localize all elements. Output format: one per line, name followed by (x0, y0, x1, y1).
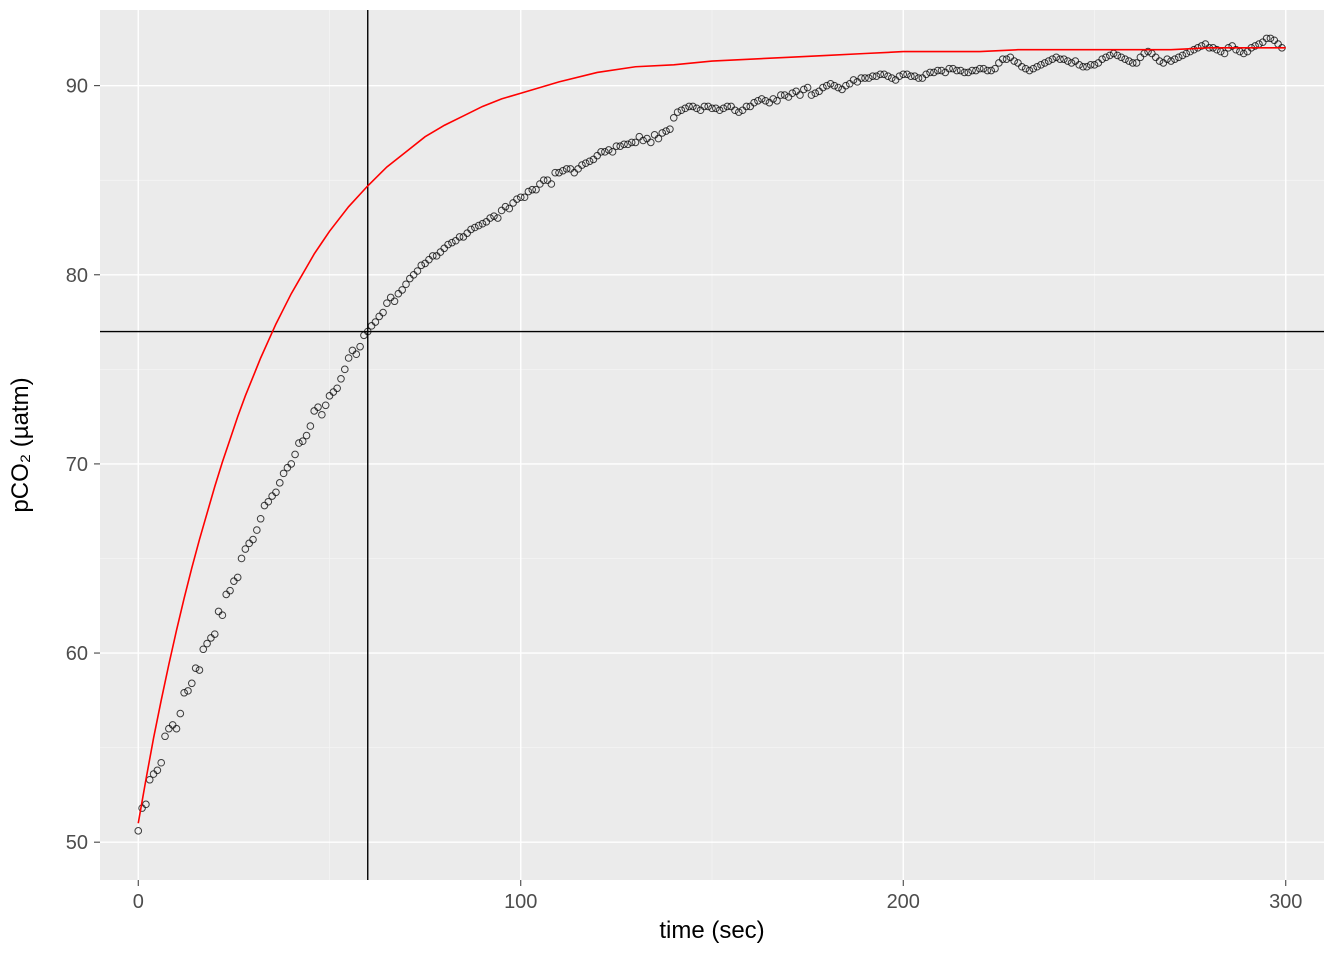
y-tick-label: 70 (66, 454, 88, 476)
x-tick-label: 200 (887, 891, 920, 913)
y-axis-title: pCO₂ (µatm) (7, 377, 34, 512)
x-tick-label: 300 (1269, 891, 1302, 913)
y-tick-label: 90 (66, 76, 88, 98)
x-tick-label: 100 (504, 891, 537, 913)
x-axis-title: time (sec) (659, 917, 764, 944)
x-tick-label: 0 (133, 891, 144, 913)
scatter-plot: 0 100 200 300 50 60 70 80 90 time (sec) pCO₂ (µatm… (0, 0, 1344, 960)
y-tick-label: 60 (66, 643, 88, 665)
chart-container: 0 100 200 300 50 60 70 80 90 time (sec) pCO₂ (µatm… (0, 0, 1344, 960)
y-tick-label: 50 (66, 832, 88, 854)
y-tick-label: 80 (66, 265, 88, 287)
